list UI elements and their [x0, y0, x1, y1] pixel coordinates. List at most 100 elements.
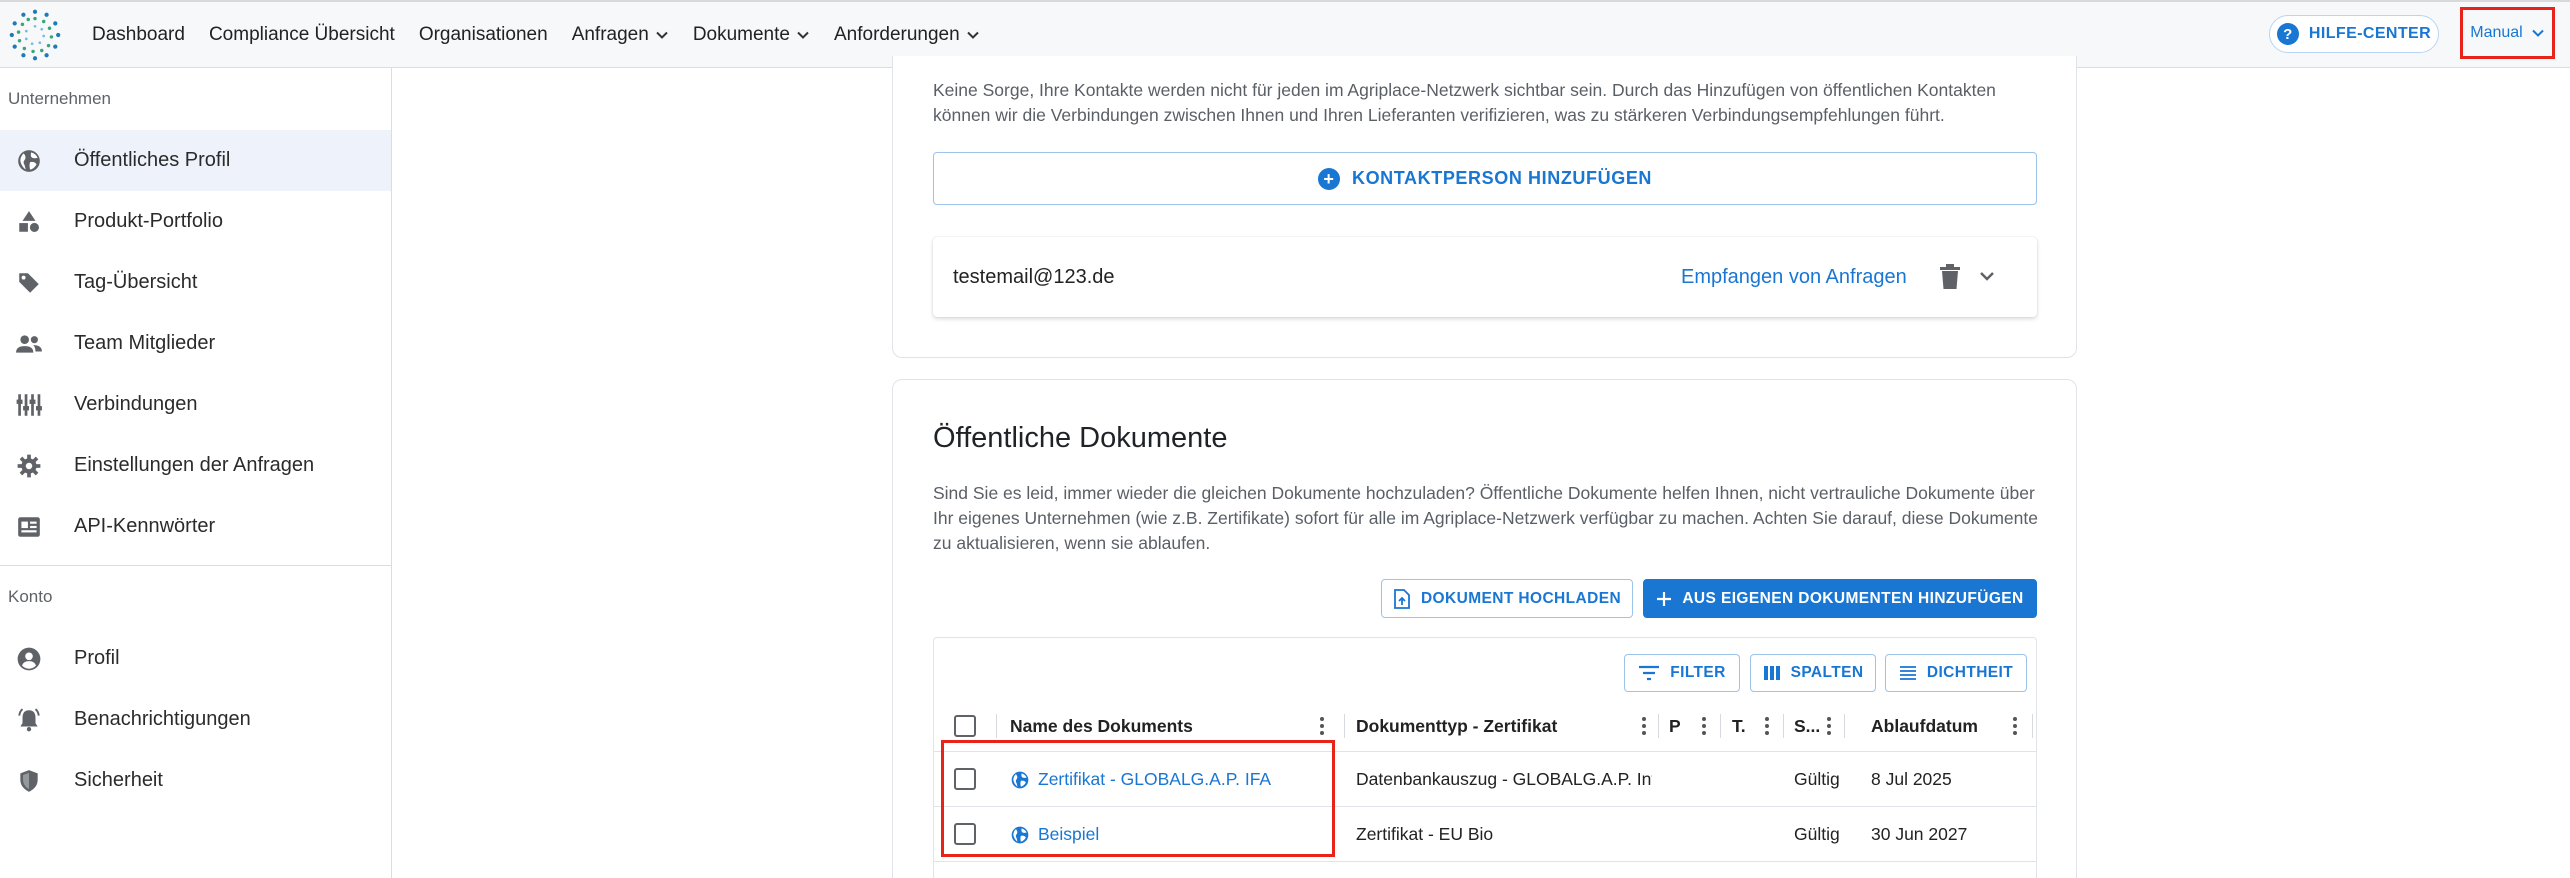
filter-label: FILTER: [1670, 664, 1726, 681]
add-contact-button[interactable]: + KONTAKTPERSON HINZUFÜGEN: [933, 152, 2037, 205]
columns-button[interactable]: SPALTEN: [1750, 654, 1876, 692]
nav-compliance[interactable]: Compliance Übersicht: [197, 2, 407, 68]
expiry-date-cell: 8 Jul 2025: [1871, 769, 1952, 789]
sidebar-item-label: Verbindungen: [74, 393, 198, 415]
help-center-label: HILFE-CENTER: [2308, 25, 2432, 42]
annotation-highlight-box: [941, 740, 1335, 857]
sidebar-item-label: Profil: [74, 647, 120, 669]
expiry-date-cell: 30 Jun 2027: [1871, 824, 1968, 844]
contact-entry[interactable]: testemail@123.de Empfangen von Anfragen: [933, 237, 2037, 317]
column-separator: [2032, 714, 2033, 738]
contact-email: testemail@123.de: [953, 265, 1115, 288]
nav-label: Dashboard: [92, 24, 185, 45]
nav-label: Dokumente: [692, 24, 790, 45]
nav-label: Anforderungen: [833, 24, 960, 45]
help-center-button[interactable]: ? HILFE-CENTER: [2269, 15, 2439, 53]
sidebar-item-label: API-Kennwörter: [74, 515, 216, 537]
sidebar-item-api-keys[interactable]: API-Kennwörter: [0, 496, 391, 557]
gear-icon: [14, 451, 44, 481]
add-contact-label: KONTAKTPERSON HINZUFÜGEN: [1351, 168, 1653, 188]
density-button[interactable]: DICHTHEIT: [1885, 654, 2027, 692]
columns-icon: [1763, 666, 1780, 680]
sidebar-section-title: Unternehmen: [8, 89, 112, 108]
column-menu-icon[interactable]: [2012, 717, 2018, 735]
add-from-own-documents-button[interactable]: AUS EIGENEN DOKUMENTEN HINZUFÜGEN: [1643, 579, 2037, 618]
chevron-down-icon: [797, 31, 809, 39]
select-all-checkbox[interactable]: [954, 715, 976, 737]
nav-organisations[interactable]: Organisationen: [407, 2, 560, 68]
sidebar-item-label: Benachrichtigungen: [74, 708, 251, 730]
contact-role: Empfangen von Anfragen: [1681, 265, 1907, 288]
sidebar-section-title: Konto: [8, 587, 53, 606]
sidebar-item-security[interactable]: Sicherheit: [0, 750, 391, 811]
contacts-card: Keine Sorge, Ihre Kontakte werden nicht …: [892, 56, 2077, 358]
chevron-down-icon: [2532, 29, 2544, 37]
shield-icon: [14, 766, 44, 796]
public-documents-description: Sind Sie es leid, immer wieder die gleic…: [933, 483, 2038, 553]
filter-button[interactable]: FILTER: [1624, 654, 1740, 692]
public-documents-title: Öffentliche Dokumente: [933, 422, 1228, 454]
account-circle-icon: [14, 644, 44, 674]
sidebar-item-profile[interactable]: Profil: [0, 628, 391, 689]
column-separator: [1344, 714, 1345, 738]
manual-label: Manual: [2470, 24, 2523, 41]
column-menu-icon[interactable]: [1641, 717, 1647, 735]
status-cell: Gültig: [1794, 824, 1840, 844]
agriplace-logo[interactable]: [6, 6, 64, 64]
contacts-description: Keine Sorge, Ihre Kontakte werden nicht …: [933, 80, 1996, 125]
sidebar-item-label: Einstellungen der Anfragen: [74, 454, 315, 476]
bell-icon: [14, 705, 44, 735]
help-icon: ?: [2276, 23, 2299, 45]
nav-label: Compliance Übersicht: [208, 24, 395, 45]
api-key-icon: [14, 512, 44, 542]
nav-dashboard[interactable]: Dashboard: [92, 2, 197, 68]
sidebar-item-label: Sicherheit: [74, 769, 163, 791]
sidebar-item-public-profile[interactable]: Öffentliches Profil: [0, 130, 391, 191]
column-separator: [1720, 714, 1721, 738]
nav-documents-dropdown[interactable]: Dokumente: [681, 2, 822, 68]
sidebar-item-product-portfolio[interactable]: Produkt-Portfolio: [0, 191, 391, 252]
column-header-p[interactable]: P: [1669, 700, 1681, 752]
column-menu-icon[interactable]: [1764, 717, 1770, 735]
column-header-expiry[interactable]: Ablaufdatum: [1871, 700, 1978, 752]
upload-document-label: DOKUMENT HOCHLADEN: [1420, 589, 1622, 607]
column-separator: [1658, 714, 1659, 738]
sidebar-item-label: Tag-Übersicht: [74, 271, 198, 293]
manual-dropdown-button[interactable]: Manual: [2460, 7, 2555, 59]
sidebar-item-request-settings[interactable]: Einstellungen der Anfragen: [0, 435, 391, 496]
column-header-status[interactable]: S...: [1794, 700, 1820, 752]
plus-icon: [1657, 591, 1672, 606]
sidebar-item-label: Öffentliches Profil: [74, 149, 231, 171]
column-separator: [1844, 714, 1845, 738]
sidebar-item-label: Team Mitglieder: [74, 332, 216, 354]
sidebar-item-connections[interactable]: Verbindungen: [0, 374, 391, 435]
sidebar-item-team-members[interactable]: Team Mitglieder: [0, 313, 391, 374]
document-type-cell: Datenbankauszug - GLOBALG.A.P. Inte: [1356, 769, 1652, 789]
document-type-cell: Zertifikat - EU Bio: [1356, 824, 1494, 844]
connections-icon: [14, 390, 44, 420]
upload-document-button[interactable]: DOKUMENT HOCHLADEN: [1381, 579, 1633, 618]
nav-label: Anfragen: [571, 24, 649, 45]
density-label: DICHTHEIT: [1926, 664, 2014, 681]
column-menu-icon[interactable]: [1826, 717, 1832, 735]
main-nav: Dashboard Compliance Übersicht Organisat…: [92, 2, 992, 68]
add-from-own-documents-label: AUS EIGENEN DOKUMENTEN HINZUFÜGEN: [1682, 589, 2024, 607]
column-separator: [996, 714, 997, 738]
add-circle-icon: +: [1317, 167, 1340, 190]
column-separator: [1783, 714, 1784, 738]
column-header-document-type[interactable]: Dokumenttyp - Zertifikat: [1356, 700, 1557, 752]
chevron-down-icon[interactable]: [1976, 265, 1998, 287]
nav-requests-dropdown[interactable]: Anfragen: [560, 2, 681, 68]
people-icon: [14, 329, 44, 359]
tag-icon: [14, 268, 44, 298]
shapes-icon: [14, 207, 44, 237]
column-header-t[interactable]: T.: [1732, 700, 1746, 752]
trash-icon[interactable]: [1938, 263, 1962, 291]
column-menu-icon[interactable]: [1319, 717, 1325, 735]
density-icon: [1899, 666, 1916, 680]
sidebar-item-notifications[interactable]: Benachrichtigungen: [0, 689, 391, 750]
file-upload-icon: [1394, 588, 1410, 609]
sidebar-item-tag-overview[interactable]: Tag-Übersicht: [0, 252, 391, 313]
chevron-down-icon: [656, 31, 668, 39]
column-menu-icon[interactable]: [1701, 717, 1707, 735]
